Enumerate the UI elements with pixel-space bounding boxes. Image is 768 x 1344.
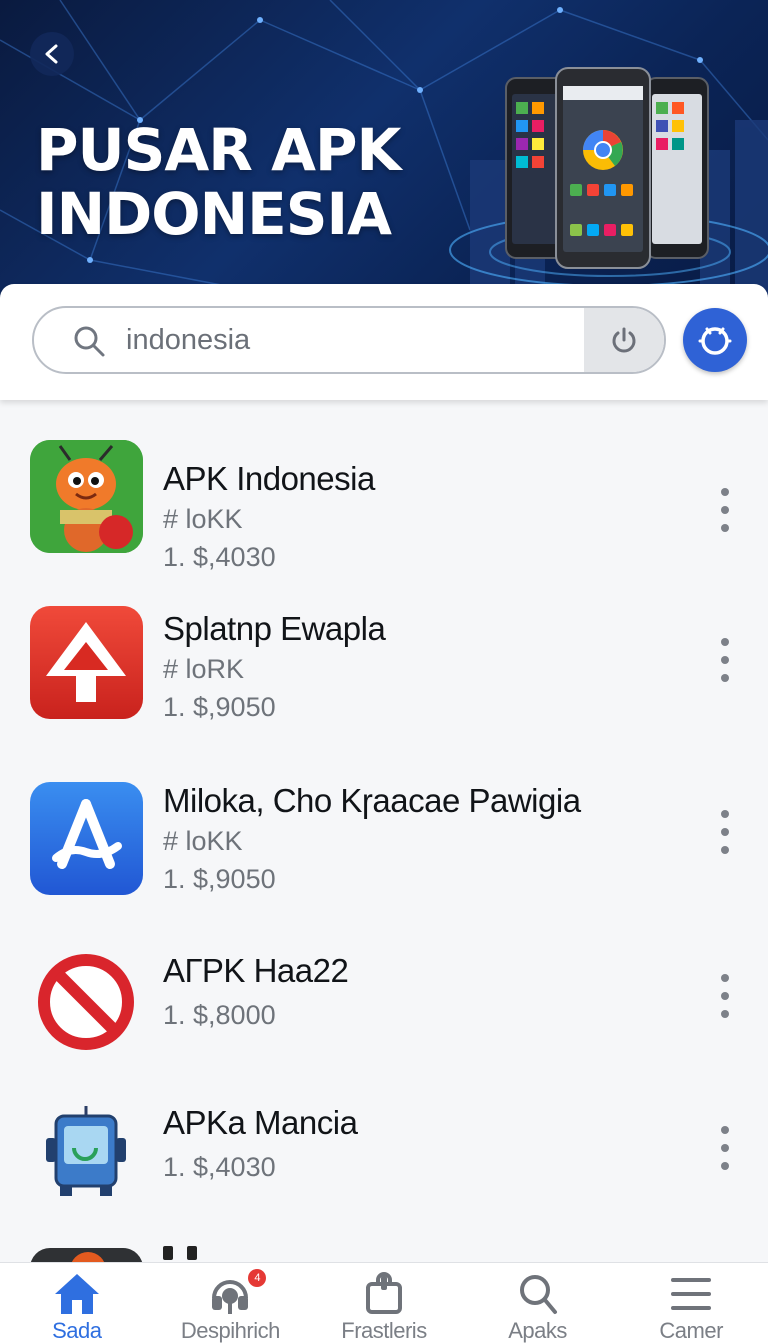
search-bar[interactable]: [32, 306, 666, 374]
nav-label: Camer: [659, 1318, 723, 1343]
chevron-left-icon: [45, 44, 58, 64]
partial-icon-dot: [70, 1252, 106, 1262]
nav-item-camer[interactable]: Camer: [614, 1263, 768, 1344]
ant-mascot-icon: [30, 440, 143, 553]
android-action-button[interactable]: [683, 308, 747, 372]
red-arrow-icon: [30, 606, 143, 719]
more-dot: [721, 974, 729, 982]
app-name: APK Indonesia: [163, 460, 375, 497]
search-icon: [519, 1274, 557, 1314]
app-name: Miloka, Cho Kɼaacae Pawigia: [163, 782, 581, 819]
more-dot: [721, 846, 729, 854]
more-dot: [721, 828, 729, 836]
hero-banner: PUSAR APK INDONESIA: [0, 0, 768, 300]
list-item[interactable]: AГPK Haa22 1. $,8000: [0, 940, 768, 1100]
more-dot: [721, 810, 729, 818]
nav-item-frastleris[interactable]: Frastleris: [307, 1263, 461, 1344]
search-icon: [74, 326, 105, 357]
app-price: 1. $,8000: [163, 1000, 276, 1030]
more-dot: [721, 638, 729, 646]
more-dot: [721, 488, 729, 496]
bottom-navigation: Sada 4 Despihrich Frastleris Apaks Camer: [0, 1262, 768, 1344]
more-dot: [721, 656, 729, 664]
list-item[interactable]: APK Indonesia # loKK 1. $,4030: [0, 420, 768, 580]
shopping-bag-icon: [365, 1271, 402, 1314]
list-item[interactable]: Splatnp Ewapla # loRK 1. $,9050: [0, 590, 768, 750]
hero-title: PUSAR APK INDONESIA: [36, 118, 456, 246]
more-dot: [721, 506, 729, 514]
more-dot: [721, 992, 729, 1000]
list-item[interactable]: Miloka, Cho Kɼaacae Pawigia # loKK 1. $,…: [0, 762, 768, 922]
more-options-button[interactable]: [710, 974, 740, 1018]
app-price: 1. $,9050: [163, 864, 276, 894]
more-dot: [721, 1144, 729, 1152]
nav-label: Despihrich: [180, 1318, 280, 1343]
app-price: 1. $,9050: [163, 692, 276, 722]
nav-label: Frastleris: [341, 1318, 427, 1343]
search-input[interactable]: [126, 308, 586, 372]
nav-label: Apaks: [508, 1318, 567, 1343]
more-dot: [721, 1126, 729, 1134]
back-button[interactable]: [30, 32, 74, 76]
app-tag: # loKK: [163, 504, 243, 534]
menu-icon: [671, 1277, 712, 1310]
android-icon: [698, 327, 732, 355]
app-tag: # loKK: [163, 826, 243, 856]
home-icon: [54, 1273, 99, 1314]
phones-illustration: [505, 67, 709, 269]
power-icon: [612, 327, 636, 353]
nav-label: Sada: [52, 1318, 102, 1343]
power-button[interactable]: [584, 308, 664, 372]
bus-robot-icon: [30, 1098, 143, 1211]
app-price: 1. $,4030: [163, 1152, 276, 1182]
hero-title-line2: INDONESIA: [36, 180, 392, 248]
hero-title-line1: PUSAR APK: [36, 116, 401, 184]
more-dot: [721, 524, 729, 532]
app-name: Splatnp Ewapla: [163, 610, 386, 647]
nav-item-despihrich[interactable]: 4 Despihrich: [154, 1263, 308, 1344]
more-dot: [721, 674, 729, 682]
more-options-button[interactable]: [710, 638, 740, 682]
app-name: AГPK Haa22: [163, 952, 349, 989]
search-panel: [0, 284, 768, 400]
headset-icon: [212, 1279, 249, 1314]
app-price: 1. $,4030: [163, 542, 276, 572]
app-store-icon: [30, 782, 143, 895]
nav-item-sada[interactable]: Sada: [0, 1263, 154, 1344]
more-options-button[interactable]: [710, 488, 740, 532]
app-tag: # loRK: [163, 654, 245, 684]
more-options-button[interactable]: [710, 810, 740, 854]
partial-app-icon[interactable]: [30, 1248, 143, 1262]
partial-app-name: [163, 1246, 223, 1262]
more-options-button[interactable]: [710, 1126, 740, 1170]
prohibited-icon: [30, 946, 143, 1059]
more-dot: [721, 1010, 729, 1018]
notification-badge: 4: [248, 1269, 267, 1287]
list-item[interactable]: APKa Mancia 1. $,4030: [0, 1092, 768, 1252]
app-name: APKa Mancia: [163, 1104, 358, 1141]
nav-item-apaks[interactable]: Apaks: [461, 1263, 615, 1344]
app-list: APK Indonesia # loKK 1. $,4030 Splatnp E…: [0, 400, 768, 1262]
more-dot: [721, 1162, 729, 1170]
